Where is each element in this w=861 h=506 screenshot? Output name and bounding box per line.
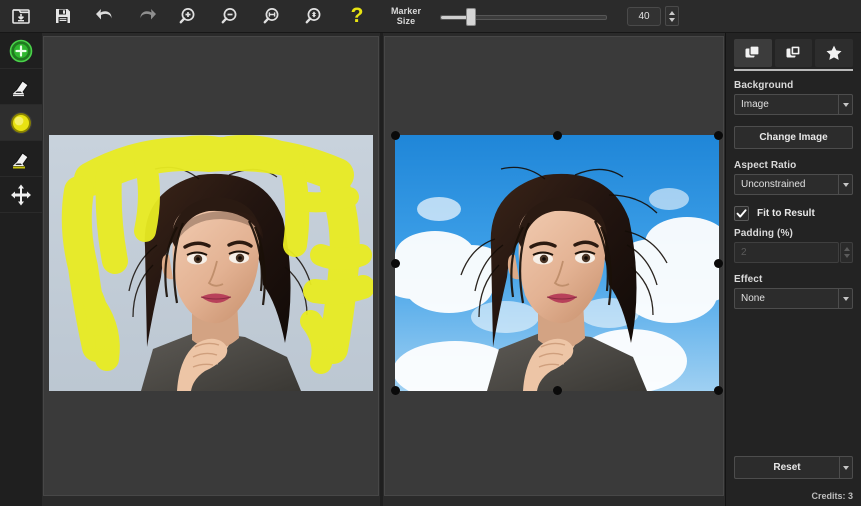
result-photo	[395, 135, 719, 391]
chevron-down-icon	[842, 102, 849, 107]
zoom-fit-icon	[305, 8, 321, 24]
layers-filled-icon	[745, 45, 760, 58]
padding-input[interactable]: 2	[734, 242, 839, 263]
layers-outline-icon	[786, 45, 801, 58]
chevron-down-icon	[843, 465, 849, 470]
reset-dropdown-button[interactable]	[839, 456, 853, 479]
foreground-marker-icon	[9, 39, 33, 62]
reset-row: Reset	[734, 456, 853, 479]
help-button[interactable]: ?	[336, 0, 378, 33]
stepper-up-icon[interactable]	[669, 10, 675, 15]
background-eraser-icon	[12, 151, 29, 168]
marker-strokes-overlay	[61, 135, 373, 374]
checkmark-icon	[736, 209, 747, 218]
stepper-up-icon[interactable]	[843, 246, 850, 251]
effect-select-arrow[interactable]	[838, 289, 852, 308]
padding-stepper[interactable]	[840, 242, 853, 263]
reset-button[interactable]: Reset	[734, 456, 839, 479]
fit-to-result-row[interactable]: Fit to Result	[734, 206, 853, 221]
resize-handle-middle-right[interactable]	[714, 259, 723, 268]
resize-handle-middle-left[interactable]	[391, 259, 400, 268]
zoom-fit-button[interactable]	[294, 0, 336, 33]
marker-size-input[interactable]: 40	[627, 6, 661, 26]
chevron-down-icon	[842, 182, 849, 187]
left-tool-rail	[0, 33, 42, 506]
pan-move-icon	[11, 184, 31, 205]
slider-fill	[441, 15, 467, 19]
tabs-underline	[734, 69, 853, 71]
undo-icon	[96, 9, 112, 20]
background-label: Background	[734, 80, 794, 91]
tool-foreground-eraser[interactable]	[0, 69, 42, 105]
effect-select[interactable]: None	[734, 288, 853, 309]
effect-label: Effect	[734, 274, 763, 285]
resize-handle-top-right[interactable]	[714, 131, 723, 140]
tool-pan-move[interactable]	[0, 177, 42, 213]
stepper-down-icon[interactable]	[843, 254, 850, 259]
app-window: ? Marker Size 40 Background Image Change…	[0, 0, 861, 506]
foreground-eraser-icon	[12, 79, 29, 96]
aspect-ratio-select-arrow[interactable]	[838, 175, 852, 194]
tab-background[interactable]	[734, 39, 772, 67]
tool-background-marker[interactable]	[0, 105, 42, 141]
resize-handle-bottom-center[interactable]	[553, 386, 562, 395]
zoom-actual-size-button[interactable]	[252, 0, 294, 33]
pane-divider[interactable]	[380, 33, 383, 506]
aspect-ratio-select[interactable]: Unconstrained	[734, 174, 853, 195]
marker-size-label-line1: Marker	[390, 6, 422, 16]
fit-to-result-checkbox[interactable]	[734, 206, 749, 221]
panel-tabs	[734, 39, 854, 67]
result-photo-svg	[395, 135, 719, 391]
save-icon	[56, 9, 70, 23]
background-marker-icon	[9, 111, 33, 134]
canvas-zone	[42, 33, 725, 506]
open-folder-icon	[12, 9, 30, 24]
tab-foreground[interactable]	[774, 39, 813, 67]
redo-button[interactable]	[126, 0, 168, 33]
marker-size-label-line2: Size	[396, 16, 416, 26]
redo-icon	[140, 9, 156, 20]
source-image-frame[interactable]	[49, 135, 373, 391]
zoom-out-icon	[221, 8, 237, 24]
zoom-actual-icon	[263, 8, 279, 24]
change-image-button[interactable]: Change Image	[734, 126, 853, 149]
resize-handle-bottom-left[interactable]	[391, 386, 400, 395]
zoom-in-button[interactable]	[168, 0, 210, 33]
chevron-down-icon	[842, 296, 849, 301]
star-icon	[826, 45, 842, 60]
result-image-frame[interactable]	[391, 131, 723, 395]
tab-effects[interactable]	[815, 39, 854, 67]
slider-knob[interactable]	[466, 7, 476, 26]
right-properties-panel: Background Image Change Image Aspect Rat…	[725, 33, 861, 506]
resize-handle-bottom-right[interactable]	[714, 386, 723, 395]
zoom-out-button[interactable]	[210, 0, 252, 33]
top-toolbar: ? Marker Size 40	[0, 0, 861, 33]
tool-foreground-marker[interactable]	[0, 33, 42, 69]
save-button[interactable]	[42, 0, 84, 33]
effect-select-value: None	[741, 293, 765, 304]
stepper-down-icon[interactable]	[669, 17, 675, 22]
resize-handle-top-center[interactable]	[553, 131, 562, 140]
background-select[interactable]: Image	[734, 94, 853, 115]
padding-row: 2	[734, 242, 853, 263]
result-canvas-pane[interactable]	[384, 36, 724, 496]
source-canvas-pane[interactable]	[43, 36, 379, 496]
help-icon: ?	[350, 4, 364, 27]
marker-size-label: Marker Size	[382, 6, 430, 26]
padding-label: Padding (%)	[734, 228, 793, 239]
undo-button[interactable]	[84, 0, 126, 33]
credits-label: Credits: 3	[811, 491, 853, 501]
zoom-in-icon	[179, 8, 195, 24]
background-select-value: Image	[741, 99, 769, 110]
open-image-button[interactable]	[0, 0, 42, 33]
aspect-ratio-label: Aspect Ratio	[734, 160, 797, 171]
tool-background-eraser[interactable]	[0, 141, 42, 177]
background-select-arrow[interactable]	[838, 95, 852, 114]
aspect-ratio-select-value: Unconstrained	[741, 179, 806, 190]
fit-to-result-label: Fit to Result	[757, 208, 815, 219]
marker-size-stepper[interactable]	[665, 6, 679, 26]
resize-handle-top-left[interactable]	[391, 131, 400, 140]
marker-size-slider[interactable]	[436, 0, 611, 33]
